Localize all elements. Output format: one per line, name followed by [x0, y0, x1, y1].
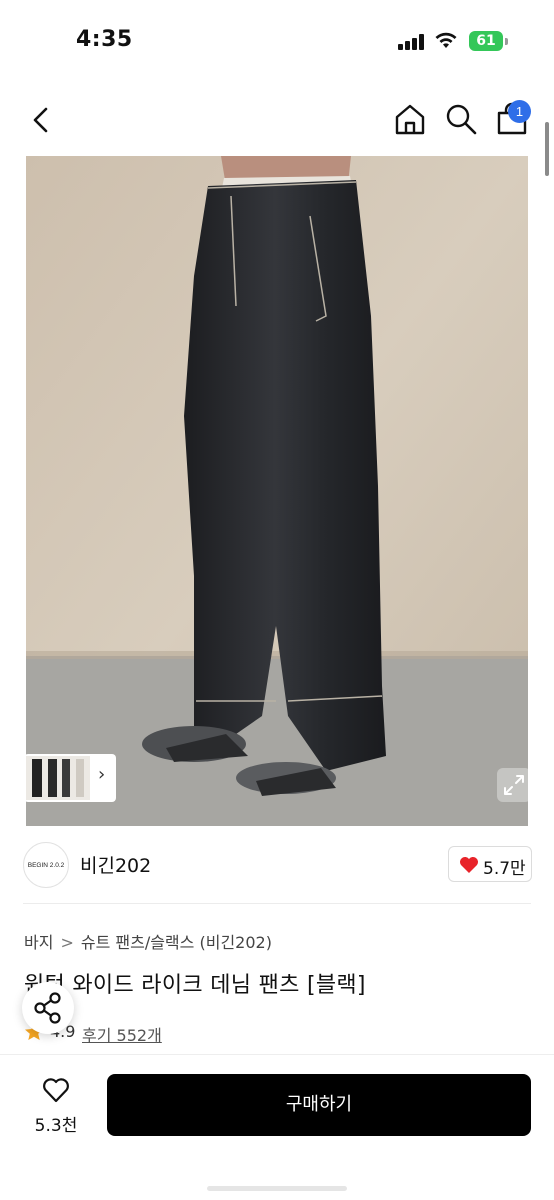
breadcrumb-item-pants[interactable]: 바지 [24, 933, 53, 952]
bottom-bar: 5.3천 구매하기 [0, 1054, 554, 1200]
brand-logo[interactable]: BEGIN 2.0.2 [23, 842, 69, 888]
header [0, 90, 554, 150]
wishlist-count: 5.3천 [34, 1116, 78, 1136]
status-time: 4:35 [76, 27, 133, 52]
brand-name[interactable]: 비긴202 [80, 851, 151, 878]
product-photo [26, 156, 528, 826]
brand-like-button[interactable]: 5.7만 [448, 846, 532, 882]
heart-outline-icon [43, 1078, 69, 1103]
brand-row: BEGIN 2.0.2 비긴202 5.7만 [0, 838, 554, 892]
status-bar: 4:35 61 [0, 0, 554, 84]
brand-like-count: 5.7만 [483, 859, 526, 879]
chevron-right-icon: > [60, 933, 74, 952]
expand-icon[interactable] [497, 768, 531, 802]
wishlist-button[interactable]: 5.3천 [20, 1073, 92, 1143]
wifi-icon [435, 32, 457, 48]
search-icon[interactable] [444, 102, 478, 136]
buy-button[interactable]: 구매하기 [107, 1074, 531, 1136]
breadcrumb: 바지 > 슈트 팬츠/슬랙스 (비긴202) [24, 929, 272, 953]
heart-filled-icon [460, 857, 478, 873]
home-indicator [207, 1186, 347, 1191]
battery-tip [505, 38, 508, 45]
home-icon[interactable] [393, 102, 427, 136]
signal-icon [398, 34, 426, 50]
battery-icon: 61 [469, 31, 503, 51]
breadcrumb-item-brand[interactable]: (비긴202) [199, 933, 271, 952]
chevron-right-icon[interactable]: › [98, 764, 105, 785]
back-icon[interactable] [26, 104, 56, 136]
cart-badge: 1 [508, 100, 531, 123]
review-link[interactable]: 후기 552개 [82, 1022, 162, 1046]
thumbnail-image[interactable] [26, 756, 90, 800]
breadcrumb-item-slacks[interactable]: 슈트 팬츠/슬랙스 [81, 933, 195, 952]
scrollbar[interactable] [545, 122, 549, 176]
divider [23, 903, 531, 904]
thumbnail-strip[interactable]: › [24, 754, 116, 802]
product-title: 원턱 와이드 라이크 데님 팬츠 [블랙] [24, 973, 366, 998]
share-icon[interactable] [22, 982, 74, 1034]
product-image[interactable] [26, 156, 528, 826]
